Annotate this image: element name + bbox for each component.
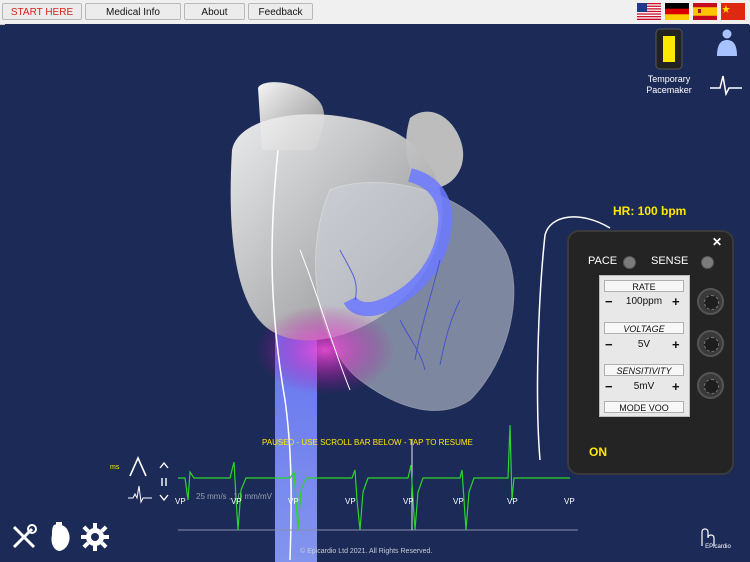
vp-marker: VP	[564, 497, 575, 506]
ecg-trace[interactable]	[0, 0, 750, 562]
vp-marker: VP	[507, 497, 518, 506]
heart-view-icon[interactable]	[46, 521, 74, 553]
epicardio-logo-text: EPicardio	[705, 544, 731, 550]
vp-marker: VP	[288, 497, 299, 506]
settings-gear-icon[interactable]	[80, 522, 110, 552]
vp-marker: VP	[403, 497, 414, 506]
vp-marker: VP	[345, 497, 356, 506]
vp-marker: VP	[231, 497, 242, 506]
tools-icon[interactable]	[10, 523, 38, 551]
vp-marker: VP	[175, 497, 186, 506]
vp-marker: VP	[453, 497, 464, 506]
copyright-text: © Epicardio Ltd 2021. All Rights Reserve…	[300, 548, 433, 555]
